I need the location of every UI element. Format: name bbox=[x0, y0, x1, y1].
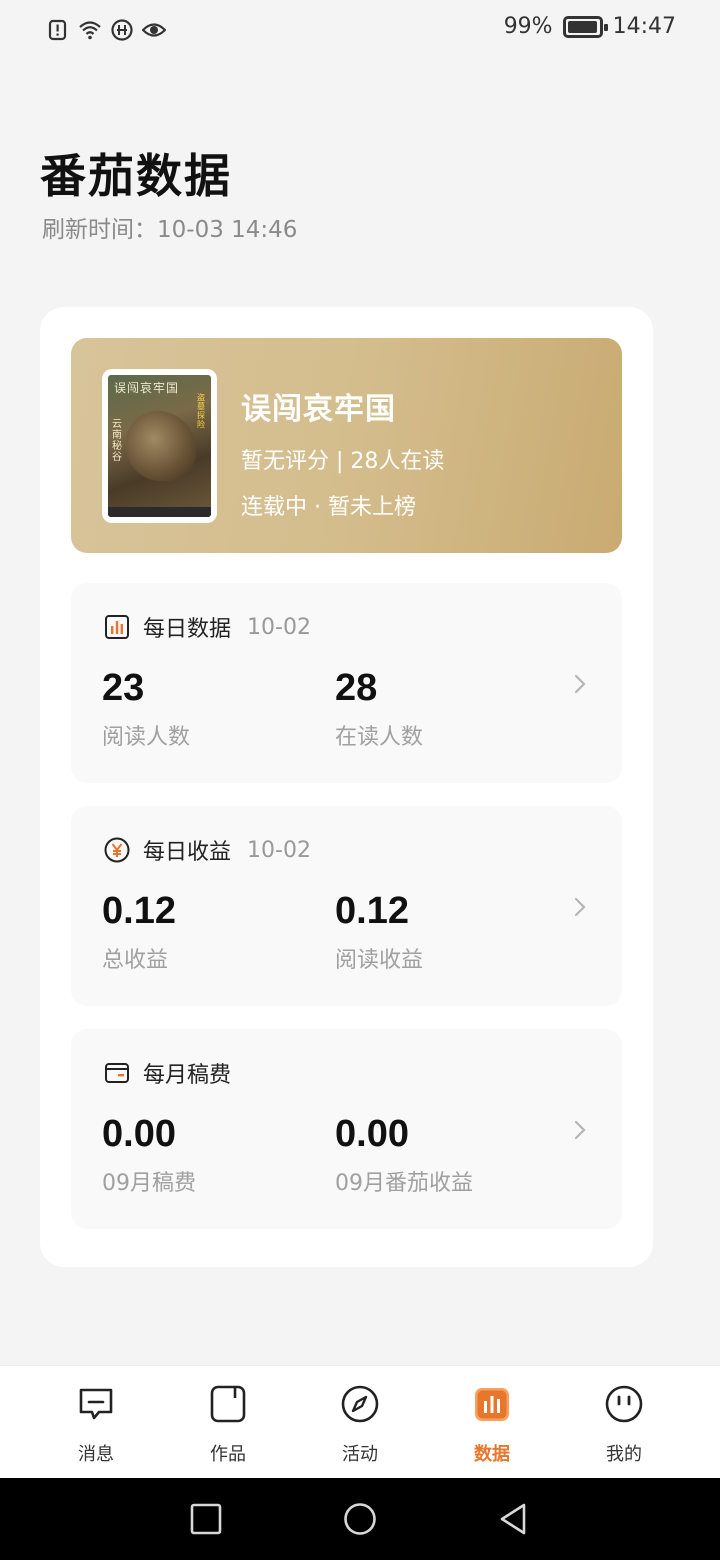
status-right: 99% 14:47 bbox=[504, 14, 676, 39]
monthly-fee-card[interactable]: 每月稿费 0.00 09月稿费 0.00 09月番茄收益 bbox=[71, 1029, 622, 1229]
data-icon bbox=[475, 1388, 509, 1421]
data-icon bbox=[111, 19, 133, 41]
nav-label-messages: 消息 bbox=[78, 1444, 114, 1465]
status-icons bbox=[46, 18, 166, 42]
nav-item-messages[interactable]: 消息 bbox=[30, 1366, 162, 1478]
back-icon[interactable] bbox=[497, 1502, 531, 1536]
alert-icon bbox=[48, 19, 67, 41]
bottom-nav: 消息 作品 活动 数据 我的 bbox=[0, 1365, 720, 1478]
message-icon bbox=[79, 1388, 113, 1420]
cover-side-text: 盗墓探险 bbox=[197, 393, 205, 429]
nav-item-profile[interactable]: 我的 bbox=[558, 1366, 690, 1478]
nav-item-data[interactable]: 数据 bbox=[426, 1366, 558, 1478]
reading-now-label: 在读人数 bbox=[335, 725, 424, 750]
status-bar: 99% 14:47 bbox=[0, 0, 720, 60]
daily-income-card[interactable]: 每日收益 10-02 0.12 总收益 0.12 阅读收益 bbox=[71, 806, 622, 1006]
daily-data-header: 每日数据 10-02 bbox=[103, 611, 311, 643]
monthly-fanqie-income-value: 0.00 bbox=[335, 1113, 409, 1155]
total-income-value: 0.12 bbox=[102, 890, 176, 932]
battery-fill bbox=[567, 20, 598, 33]
book-cover: 误闯哀牢国 云南秘谷 盗墓探险 bbox=[102, 369, 217, 523]
nav-label-works: 作品 bbox=[210, 1444, 246, 1465]
reading-income-value: 0.12 bbox=[335, 890, 409, 932]
yen-icon bbox=[104, 837, 130, 863]
daily-data-card[interactable]: 每日数据 10-02 23 阅读人数 28 在读人数 bbox=[71, 583, 622, 783]
profile-icon bbox=[605, 1385, 643, 1423]
monthly-fee-value: 0.00 bbox=[102, 1113, 176, 1155]
cover-footer bbox=[108, 507, 211, 517]
cover-image: 误闯哀牢国 云南秘谷 盗墓探险 bbox=[108, 375, 211, 517]
cover-title: 误闯哀牢国 bbox=[114, 381, 180, 395]
data-panel: 误闯哀牢国 云南秘谷 盗墓探险 误闯哀牢国 暂无评分 | 28人在读 连载中 ·… bbox=[40, 307, 653, 1267]
battery-percent: 99% bbox=[503, 14, 553, 39]
wallet-icon bbox=[105, 1063, 129, 1083]
bar-chart-icon bbox=[105, 615, 129, 639]
monthly-fee-title: 每月稿费 bbox=[143, 1063, 232, 1088]
page-title: 番茄数据 bbox=[40, 149, 232, 203]
book-meta: 暂无评分 | 28人在读 bbox=[241, 449, 445, 474]
daily-income-title: 每日收益 bbox=[143, 840, 232, 865]
reading-income-label: 阅读收益 bbox=[335, 948, 424, 973]
system-nav-bar bbox=[0, 1478, 720, 1560]
book-title: 误闯哀牢国 bbox=[241, 392, 396, 427]
chevron-right-icon[interactable] bbox=[570, 894, 590, 920]
monthly-fanqie-income-label: 09月番茄收益 bbox=[335, 1171, 473, 1196]
reader-count-value: 23 bbox=[102, 667, 145, 709]
nav-item-works[interactable]: 作品 bbox=[162, 1366, 294, 1478]
wifi-icon bbox=[79, 21, 101, 40]
monthly-fee-label: 09月稿费 bbox=[102, 1171, 196, 1196]
daily-data-date: 10-02 bbox=[247, 614, 311, 640]
refresh-time: 刷新时间：10-03 14:46 bbox=[42, 217, 298, 243]
chevron-right-icon[interactable] bbox=[570, 1117, 590, 1143]
total-income-label: 总收益 bbox=[102, 948, 169, 973]
book-card[interactable]: 误闯哀牢国 云南秘谷 盗墓探险 误闯哀牢国 暂无评分 | 28人在读 连载中 ·… bbox=[71, 338, 622, 553]
chevron-right-icon[interactable] bbox=[570, 671, 590, 697]
cover-subtitle: 云南秘谷 bbox=[112, 419, 122, 463]
recent-apps-icon[interactable] bbox=[189, 1502, 223, 1536]
screen: 99% 14:47 番茄数据 刷新时间：10-03 14:46 误闯哀牢国 云南… bbox=[0, 0, 720, 1560]
book-status: 连载中 · 暂未上榜 bbox=[241, 495, 416, 520]
nav-label-profile: 我的 bbox=[606, 1444, 642, 1465]
compass-icon bbox=[341, 1385, 379, 1423]
daily-income-date: 10-02 bbox=[247, 837, 311, 863]
reading-now-value: 28 bbox=[335, 667, 378, 709]
cover-creature bbox=[126, 411, 196, 481]
reader-count-label: 阅读人数 bbox=[102, 725, 191, 750]
daily-data-title: 每日数据 bbox=[143, 617, 232, 642]
monthly-fee-header: 每月稿费 bbox=[103, 1057, 231, 1089]
daily-income-header: 每日收益 10-02 bbox=[103, 834, 311, 866]
nav-item-activities[interactable]: 活动 bbox=[294, 1366, 426, 1478]
nav-label-data: 数据 bbox=[474, 1444, 510, 1465]
battery-icon bbox=[562, 15, 608, 38]
home-icon[interactable] bbox=[343, 1502, 377, 1536]
status-time: 14:47 bbox=[612, 14, 676, 39]
works-icon bbox=[210, 1385, 246, 1423]
eye-icon bbox=[142, 23, 166, 37]
nav-label-activities: 活动 bbox=[342, 1444, 378, 1465]
